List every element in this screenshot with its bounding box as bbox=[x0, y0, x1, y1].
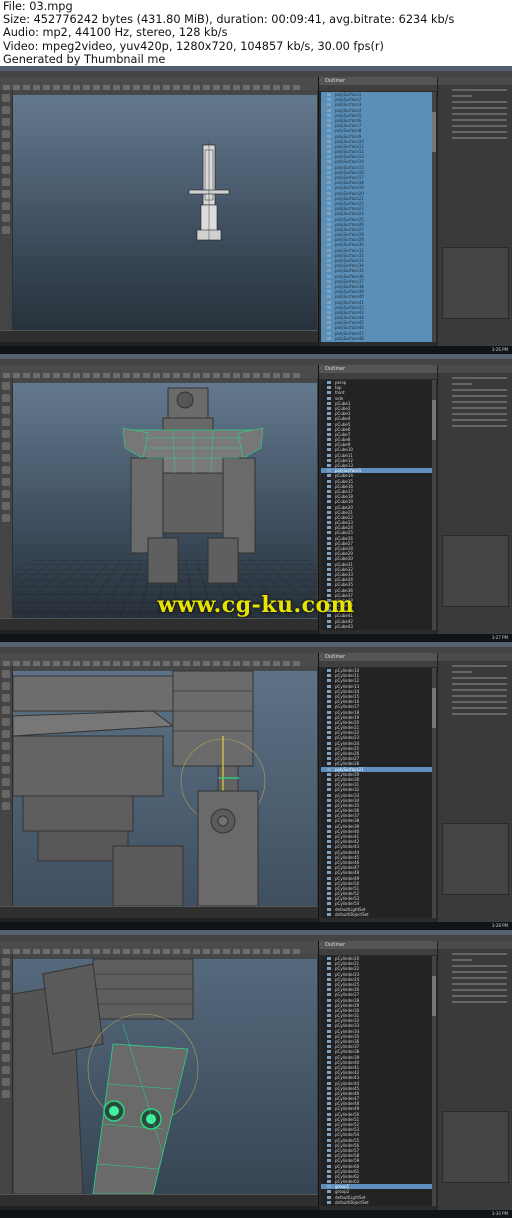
outliner-item[interactable]: pCube43 bbox=[321, 624, 433, 629]
outliner-list[interactable]: pCylinder10 pCylinder11 pCylinder12 pCylind… bbox=[321, 668, 433, 918]
layer-editor[interactable] bbox=[442, 1111, 509, 1183]
outliner-panel: Outliner polySurface1 polySurface2 polySur… bbox=[318, 77, 437, 346]
taskbar-clock: 3:27 PM bbox=[491, 635, 508, 640]
generator-info: Generated by Thumbnail me bbox=[3, 52, 166, 66]
channel-box-tabs[interactable] bbox=[438, 365, 512, 373]
outliner-title: Outliner bbox=[319, 941, 437, 949]
outliner-list[interactable]: pCylinder20 pCylinder21 pCylinder22 pCylind… bbox=[321, 956, 433, 1206]
outliner-scrollbar[interactable] bbox=[432, 92, 436, 342]
video-frame-3: Outliner pCylinder10 pCylinder11 pCylinder… bbox=[0, 642, 512, 930]
channel-box-tabs[interactable] bbox=[438, 653, 512, 661]
watermark: www.cg-ku.com bbox=[157, 592, 355, 618]
taskbar-clock: 3:28 PM bbox=[491, 923, 508, 928]
channel-box bbox=[437, 653, 512, 922]
robot-model-wireframe bbox=[188, 140, 230, 241]
windows-taskbar: 3:28 PM bbox=[0, 922, 512, 930]
video-frame-1: Outliner polySurface1 polySurface2 polySur… bbox=[0, 66, 512, 354]
outliner-menu[interactable] bbox=[319, 661, 437, 667]
toolbox[interactable] bbox=[0, 378, 13, 618]
outliner-title: Outliner bbox=[319, 653, 437, 661]
outliner-scrollbar[interactable] bbox=[432, 956, 436, 1206]
layer-editor[interactable] bbox=[442, 823, 509, 895]
layer-editor[interactable] bbox=[442, 247, 509, 319]
video-info: Video: mpeg2video, yuv420p, 1280x720, 10… bbox=[3, 39, 384, 53]
outliner-item[interactable]: defaultObjectSet bbox=[321, 1200, 433, 1205]
video-frame-4: Outliner pCylinder20 pCylinder21 pCylinder… bbox=[0, 930, 512, 1218]
windows-taskbar: 3:27 PM bbox=[0, 634, 512, 642]
shelf-toolbar[interactable] bbox=[0, 365, 318, 380]
outliner-menu[interactable] bbox=[319, 949, 437, 955]
toolbox[interactable] bbox=[0, 666, 13, 906]
shelf-toolbar[interactable] bbox=[0, 941, 318, 956]
robot-closeup bbox=[13, 670, 266, 906]
viewport-3d[interactable] bbox=[13, 954, 317, 1194]
file-size: Size: 452776242 bytes (431.80 MiB), dura… bbox=[3, 13, 455, 27]
windows-taskbar: 3:26 PM bbox=[0, 346, 512, 354]
channel-box bbox=[437, 941, 512, 1210]
viewport-3d[interactable] bbox=[13, 666, 317, 906]
shelf-toolbar[interactable] bbox=[0, 653, 318, 668]
taskbar-clock: 3:30 PM bbox=[491, 1211, 508, 1216]
windows-taskbar: 3:30 PM bbox=[0, 1210, 512, 1218]
toolbox[interactable] bbox=[0, 90, 13, 330]
shelf-toolbar[interactable] bbox=[0, 77, 318, 92]
outliner-item[interactable]: polySurface48 bbox=[321, 336, 433, 341]
channel-box bbox=[437, 77, 512, 346]
viewport-3d[interactable] bbox=[13, 90, 317, 330]
outliner-menu[interactable] bbox=[319, 373, 437, 379]
outliner-title: Outliner bbox=[319, 365, 437, 373]
outliner-menu[interactable] bbox=[319, 85, 437, 91]
robot-arm-closeup bbox=[13, 958, 199, 1194]
robot-model bbox=[122, 387, 264, 584]
outliner-list[interactable]: polySurface1 polySurface2 polySurface3 poly… bbox=[321, 92, 433, 342]
toolbox[interactable] bbox=[0, 954, 13, 1194]
channel-box-tabs[interactable] bbox=[438, 941, 512, 949]
outliner-panel: Outliner pCylinder20 pCylinder21 pCylinder… bbox=[318, 941, 437, 1210]
outliner-panel: Outliner pCylinder10 pCylinder11 pCylinder… bbox=[318, 653, 437, 922]
channel-box-tabs[interactable] bbox=[438, 77, 512, 85]
viewport-3d[interactable] bbox=[13, 378, 317, 618]
outliner-item[interactable]: defaultObjectSet bbox=[321, 912, 433, 917]
taskbar-clock: 3:26 PM bbox=[491, 347, 508, 352]
outliner-title: Outliner bbox=[319, 77, 437, 85]
outliner-scrollbar[interactable] bbox=[432, 668, 436, 918]
file-name: File: 03.mpg bbox=[3, 0, 73, 13]
audio-info: Audio: mp2, 44100 Hz, stereo, 128 kb/s bbox=[3, 26, 228, 40]
file-info: File: 03.mpg Size: 452776242 bytes (431.… bbox=[3, 0, 508, 66]
